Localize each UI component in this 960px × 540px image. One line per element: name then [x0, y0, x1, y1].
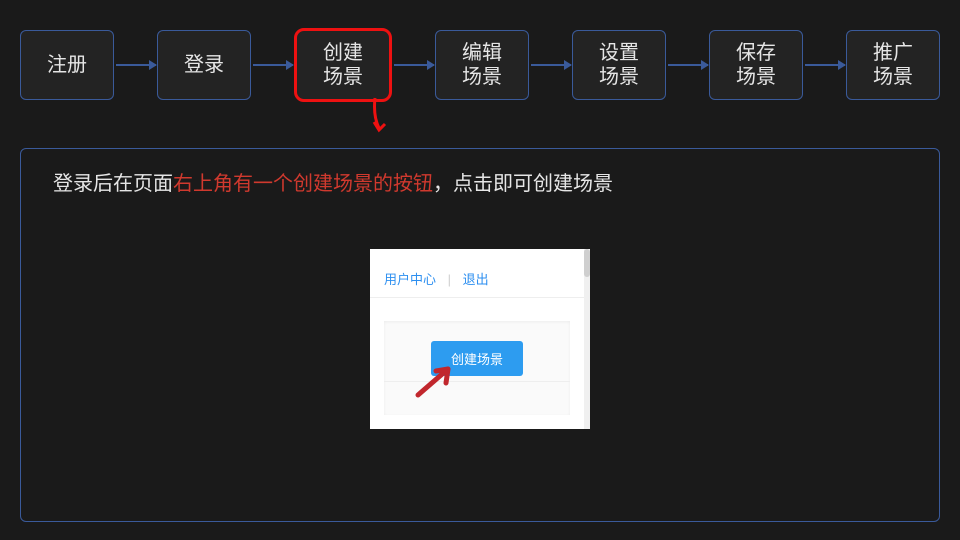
arrow-icon — [253, 64, 293, 66]
step-login: 登录 — [157, 30, 251, 100]
arrow-icon — [668, 64, 708, 66]
step-save-scene: 保存 场景 — [709, 30, 803, 100]
logout-link[interactable]: 退出 — [463, 272, 489, 287]
divider — [370, 297, 584, 298]
workflow-steps: 注册 登录 创建 场景 编辑 场景 设置 场景 保存 场景 推广 场景 — [20, 28, 940, 102]
separator: | — [448, 272, 451, 287]
arrow-icon — [394, 64, 434, 66]
description-post: ，点击即可创建场景 — [433, 173, 613, 195]
step-edit-scene: 编辑 场景 — [435, 30, 529, 100]
arrow-icon — [805, 64, 845, 66]
step-create-scene: 创建 场景 — [294, 28, 392, 102]
user-center-link[interactable]: 用户中心 — [384, 272, 436, 287]
step-register: 注册 — [20, 30, 114, 100]
header-links: 用户中心 | 退出 — [384, 269, 489, 288]
description-highlight: 右上角有一个创建场景的按钮 — [173, 173, 433, 195]
scrollbar[interactable] — [584, 249, 590, 429]
step-configure-scene: 设置 场景 — [572, 30, 666, 100]
content-panel: 登录后在页面右上角有一个创建场景的按钮，点击即可创建场景 用户中心 | 退出 创… — [20, 148, 940, 522]
embedded-screenshot: 用户中心 | 退出 创建场景 — [370, 249, 590, 429]
description-pre: 登录后在页面 — [53, 173, 173, 195]
step-promote-scene: 推广 场景 — [846, 30, 940, 100]
description-text: 登录后在页面右上角有一个创建场景的按钮，点击即可创建场景 — [53, 167, 613, 196]
callout-arrow-icon — [414, 363, 458, 402]
slide: 注册 登录 创建 场景 编辑 场景 设置 场景 保存 场景 推广 场景 登录后在… — [0, 0, 960, 540]
arrow-icon — [116, 64, 156, 66]
screenshot-body: 创建场景 — [384, 321, 570, 415]
divider — [384, 381, 570, 382]
arrow-icon — [531, 64, 571, 66]
